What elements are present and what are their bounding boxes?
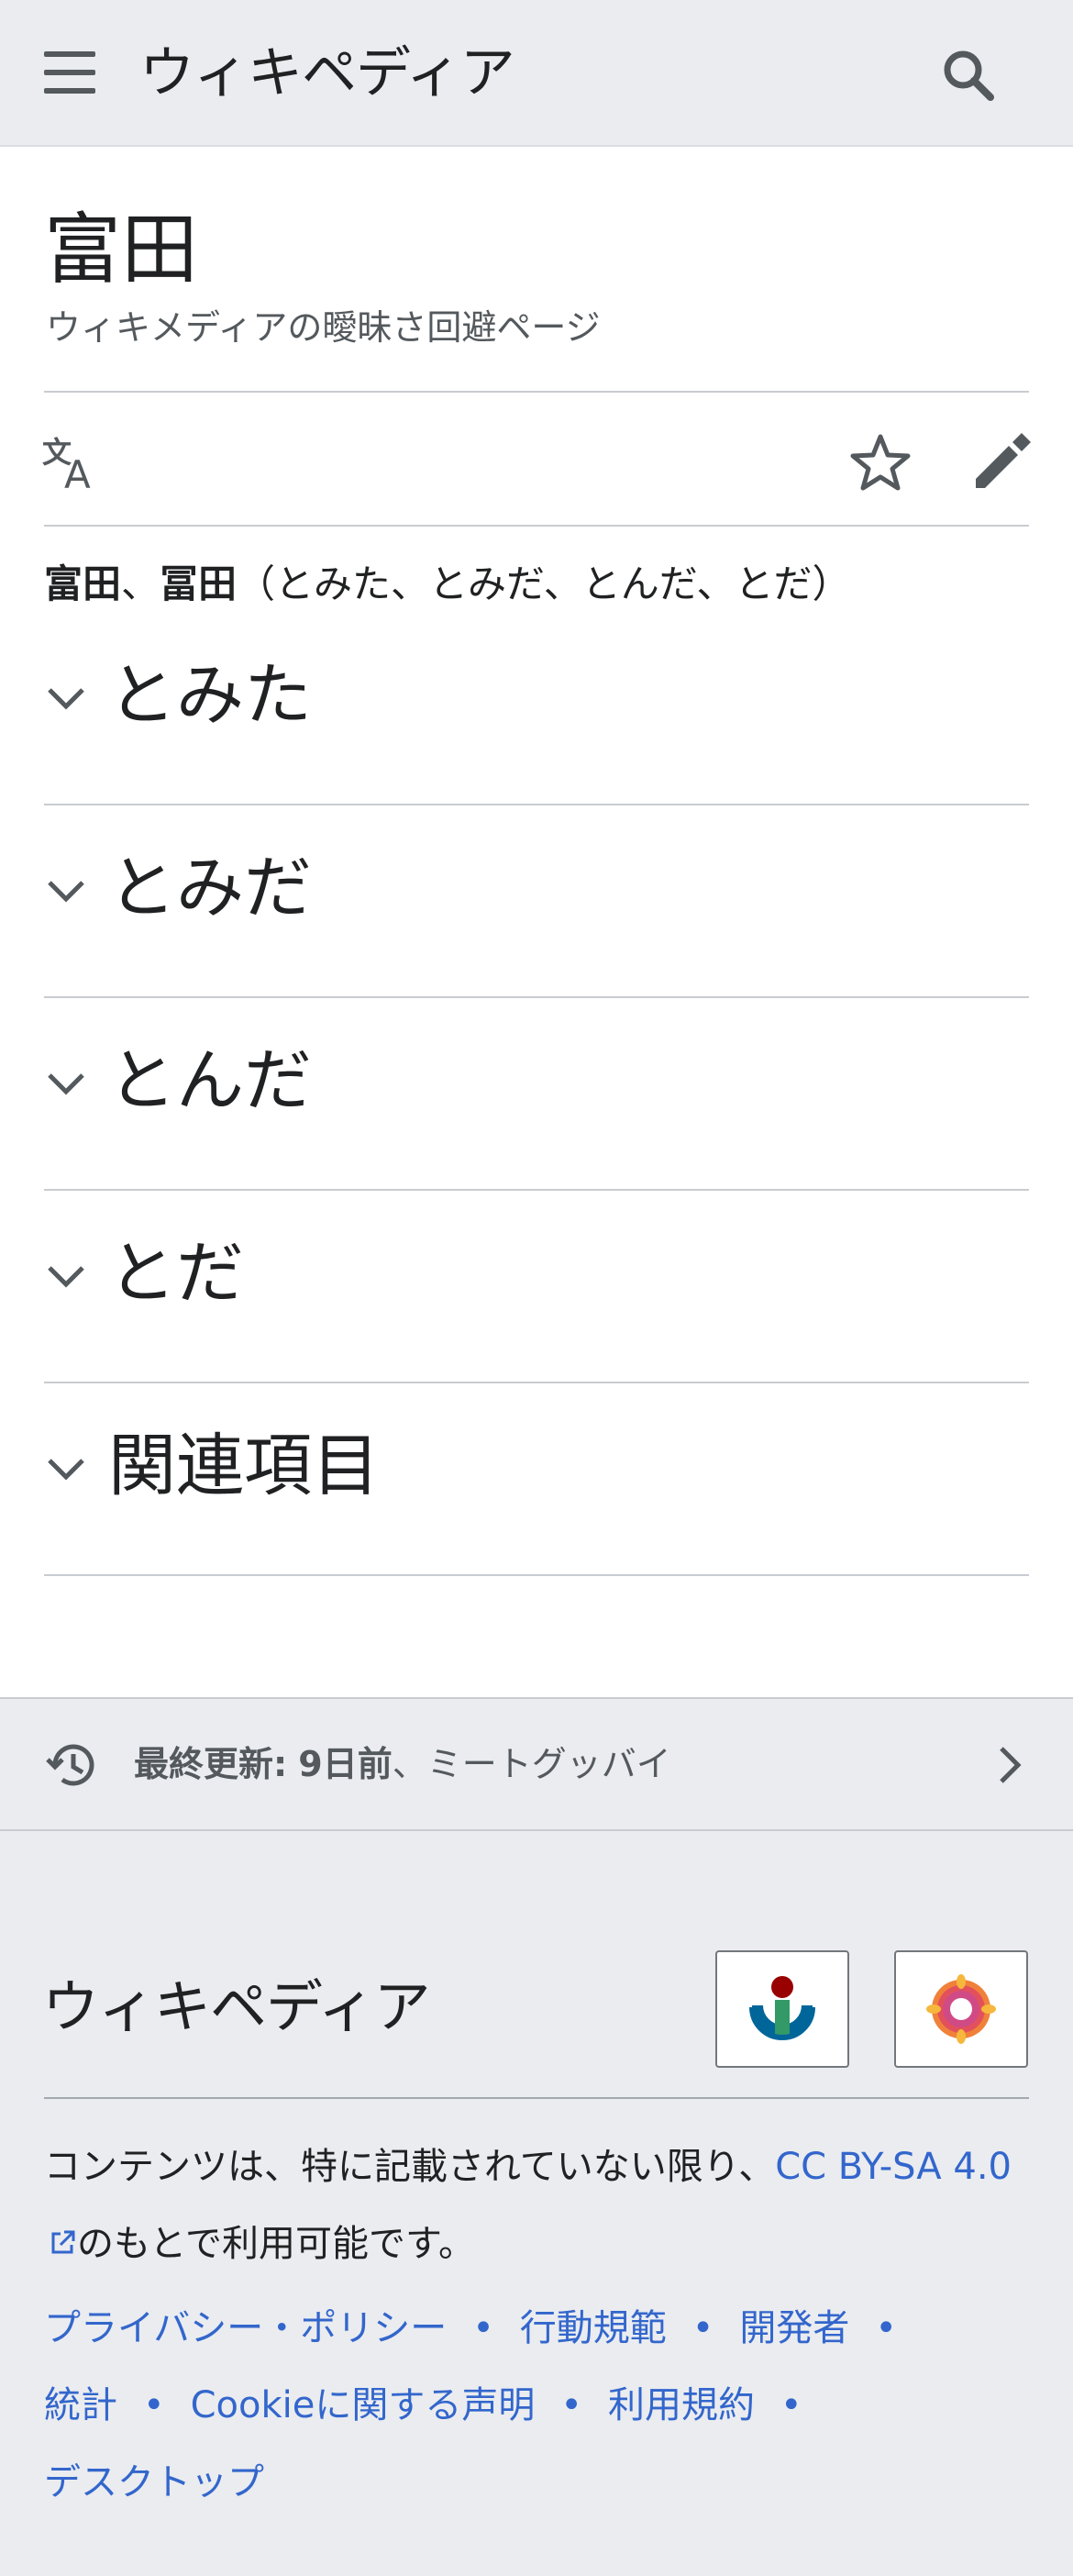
last-updated-time: 9日前 xyxy=(298,1744,393,1784)
page-title: 富田 xyxy=(44,205,199,294)
section-heading: 関連項目 xyxy=(108,1427,380,1505)
chevron-down-icon xyxy=(48,1459,84,1481)
statistics-link[interactable]: 統計 xyxy=(44,2384,117,2426)
lead-paragraph: 富田、冨田（とみた、とみだ、とんだ、とだ） xyxy=(44,552,1053,616)
svg-text:A: A xyxy=(64,452,91,495)
section-toda[interactable]: とだ xyxy=(44,1191,1029,1383)
section-heading: とみだ xyxy=(108,849,312,927)
section-tomita[interactable]: とみた xyxy=(44,613,1029,805)
history-icon xyxy=(46,1744,94,1786)
footer: ウィキペディア コンテンツは、特に記載されていない限り、CC BY-SA 4.0… xyxy=(0,1831,1073,2576)
mediawiki-logo[interactable] xyxy=(894,1950,1028,2068)
desktop-view-link[interactable]: デスクトップ xyxy=(44,2461,264,2504)
link-separator: • xyxy=(143,2384,165,2426)
lead-separator: 、 xyxy=(121,561,160,606)
pencil-icon[interactable] xyxy=(970,427,1036,494)
chevron-down-icon xyxy=(48,881,84,903)
terms-of-use-link[interactable]: 利用規約 xyxy=(608,2384,755,2426)
page-subtitle: ウィキメディアの曖昧さ回避ページ xyxy=(46,307,601,348)
last-updated-bar[interactable]: 最終更新: 9日前、ミートグッバイ xyxy=(0,1697,1073,1831)
external-link-icon xyxy=(51,2230,75,2254)
link-separator: • xyxy=(780,2384,802,2426)
chevron-right-icon xyxy=(1000,1747,1022,1783)
section-heading: とんだ xyxy=(108,1041,312,1120)
section-tonda[interactable]: とんだ xyxy=(44,998,1029,1191)
lead-readings: （とみた、とみだ、とんだ、とだ） xyxy=(237,561,851,606)
link-separator: • xyxy=(875,2307,897,2349)
chevron-down-icon xyxy=(48,688,84,710)
lead-term-1: 富田 xyxy=(44,561,122,606)
divider xyxy=(44,525,1029,527)
footer-divider xyxy=(44,2097,1029,2099)
privacy-policy-link[interactable]: プライバシー・ポリシー xyxy=(44,2307,447,2349)
section-tomida[interactable]: とみだ xyxy=(44,805,1029,998)
language-icon[interactable]: 文 A xyxy=(42,431,106,497)
lead-term-2: 冨田 xyxy=(160,561,238,606)
license-link[interactable]: CC BY-SA 4.0 xyxy=(775,2146,1012,2188)
chevron-down-icon xyxy=(48,1073,84,1095)
section-heading: とだ xyxy=(108,1234,244,1313)
code-of-conduct-link[interactable]: 行動規範 xyxy=(520,2307,667,2349)
wikimedia-foundation-logo[interactable] xyxy=(715,1950,849,2068)
section-related[interactable]: 関連項目 xyxy=(44,1383,1029,1576)
chevron-down-icon xyxy=(48,1266,84,1288)
developers-link[interactable]: 開発者 xyxy=(739,2307,849,2349)
divider xyxy=(44,391,1029,393)
star-icon[interactable] xyxy=(847,429,913,495)
footer-wordmark: ウィキペディア xyxy=(42,1973,431,2040)
site-wordmark[interactable]: ウィキペディア xyxy=(139,37,515,110)
last-editor: 、ミートグッバイ xyxy=(392,1744,671,1784)
search-icon[interactable] xyxy=(935,42,1001,108)
license-text: コンテンツは、特に記載されていない限り、CC BY-SA 4.0のもとで利用可能… xyxy=(44,2146,1012,2265)
top-header: ウィキペディア xyxy=(0,0,1073,147)
section-heading: とみた xyxy=(108,656,312,735)
link-separator: • xyxy=(691,2307,714,2349)
link-separator: • xyxy=(472,2307,494,2349)
footer-links: プライバシー・ポリシー • 行動規範 • 開発者 • 統計 • Cookieに関する声明 • 利用規… xyxy=(44,2290,1034,2521)
cookie-statement-link[interactable]: Cookieに関する声明 xyxy=(191,2384,536,2426)
last-updated-text: 最終更新: 9日前、ミートグッバイ xyxy=(134,1744,671,1784)
link-separator: • xyxy=(560,2384,582,2426)
hamburger-menu-icon[interactable] xyxy=(44,51,99,95)
